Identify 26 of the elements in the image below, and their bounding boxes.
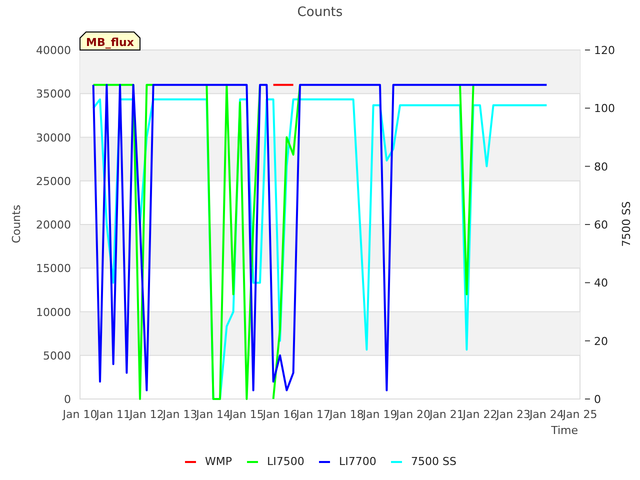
right-tick-label: 20	[594, 334, 608, 348]
right-tick-label: 0	[594, 393, 601, 406]
x-tick-label: Jan 25	[562, 408, 598, 421]
legend-label: WMP	[205, 455, 232, 468]
y-tick-label: 0	[64, 393, 71, 406]
right-tick-label: 100	[594, 102, 615, 116]
y-tick-label: 5000	[43, 349, 71, 362]
legend-label: 7500 SS	[411, 455, 456, 468]
legend-label: LI7700	[339, 455, 376, 468]
chart-title: Counts	[297, 5, 343, 20]
right-tick-label: 120	[594, 44, 615, 57]
right-tick-label: 80	[594, 160, 608, 174]
right-axis-label: 7500 SS	[620, 201, 633, 247]
y-tick-label: 15000	[36, 262, 71, 276]
y-tick-label: 20000	[36, 218, 71, 232]
y-tick-label: 25000	[36, 174, 71, 188]
badge: MB_flux	[80, 32, 140, 50]
right-tick-label: 60	[594, 218, 608, 232]
y-tick-label: 40000	[36, 44, 71, 57]
legend-label: LI7500	[267, 455, 304, 468]
x-axis-label: Time	[551, 424, 578, 437]
y-tick-label: 30000	[36, 131, 71, 144]
right-tick-label: 40	[594, 276, 608, 290]
y-tick-label: 10000	[36, 306, 71, 319]
y-tick-label: 35000	[36, 88, 71, 101]
y-axis-label: Counts	[10, 204, 23, 244]
